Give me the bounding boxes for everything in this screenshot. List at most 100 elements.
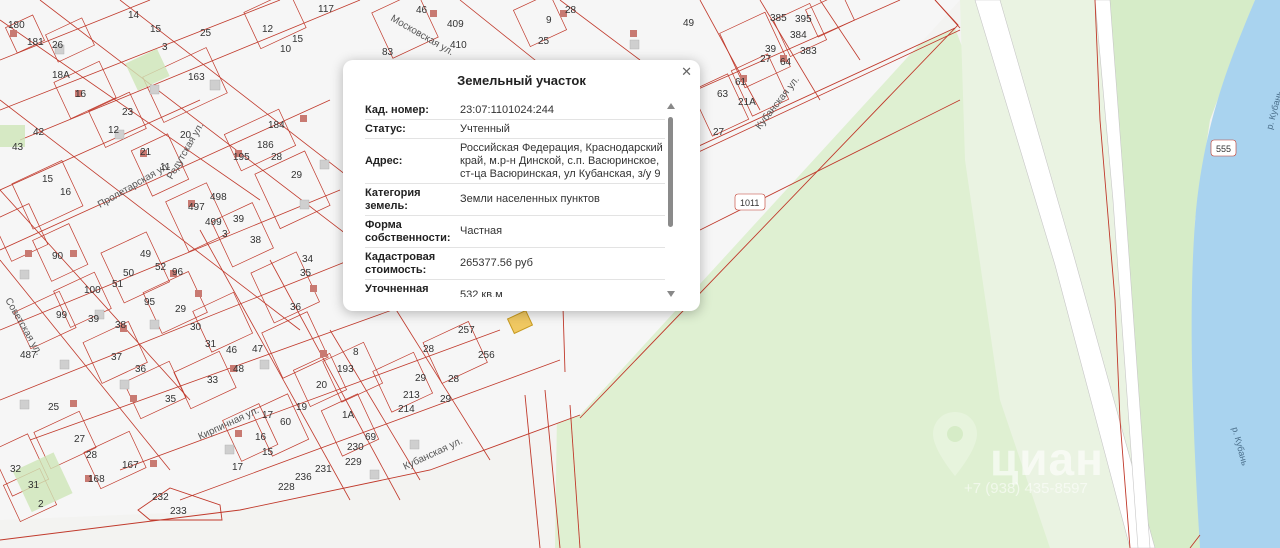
detail-value: Учтенный (460, 123, 510, 135)
plot-number-label: 383 (800, 46, 817, 57)
plot-number-label: 38 (250, 235, 262, 246)
detail-key: Кадастровая стоимость: (365, 251, 436, 276)
detail-value: Российская Федерация, Краснодарский край… (460, 142, 663, 180)
plot-number-label: 29 (440, 394, 452, 405)
plot-number-label: 60 (280, 417, 292, 428)
plot-number-label: 498 (210, 192, 227, 203)
detail-key: Форма собственности: (365, 219, 451, 244)
badge-label: 555 (1216, 144, 1231, 154)
detail-row-area: Уточненная площадь: 532 кв.м (365, 280, 665, 297)
plot-number-label: 36 (290, 302, 302, 313)
plot-number-label: 257 (458, 325, 475, 336)
plot-number-label: 11 (160, 162, 171, 173)
plot-number-label: 497 (188, 202, 205, 213)
detail-row-land-category: Категория земель: Земли населенных пункт… (365, 184, 665, 216)
plot-number-label: 395 (795, 14, 812, 25)
scroll-up-icon[interactable] (667, 103, 675, 109)
plot-number-label: 30 (190, 322, 202, 333)
plot-number-label: 49 (140, 249, 152, 260)
plot-number-label: 95 (144, 297, 156, 308)
plot-number-label: 21 (140, 147, 152, 158)
plot-number-label: 487 (20, 350, 37, 361)
plot-number-label: 28 (271, 152, 283, 163)
detail-row-address: Адрес: Российская Федерация, Краснодарск… (365, 139, 665, 184)
plot-number-label: 229 (345, 457, 362, 468)
detail-value: 265377.56 руб (460, 257, 533, 269)
plot-number-label: 46 (416, 5, 428, 16)
parcel-badge[interactable]: 555 (1210, 139, 1237, 157)
plot-number-label: 12 (262, 24, 274, 35)
plot-number-label: 28 (86, 450, 98, 461)
detail-row-status: Статус: Учтенный (365, 120, 665, 139)
detail-value: 23:07:1101024:244 (460, 104, 554, 116)
plot-number-label: 21A (738, 97, 756, 108)
popup-title: Земельный участок (457, 73, 586, 88)
plot-number-label: 15 (42, 174, 54, 185)
plot-number-label: 3 (162, 42, 168, 53)
plot-number-label: 31 (28, 480, 40, 491)
detail-key: Статус: (365, 123, 406, 135)
scroll-thumb[interactable] (668, 117, 673, 227)
popup-scrollbar[interactable] (666, 101, 676, 297)
plot-number-label: 39 (233, 214, 245, 225)
plot-number-label: 15 (292, 34, 304, 45)
plot-number-label: 27 (74, 434, 86, 445)
plot-number-label: 231 (315, 464, 332, 475)
plot-number-label: 1A (342, 410, 355, 421)
plot-number-label: 168 (88, 474, 105, 485)
plot-number-label: 236 (295, 472, 312, 483)
plot-number-label: 228 (278, 482, 295, 493)
plot-number-label: 32 (10, 464, 22, 475)
plot-number-label: 49 (683, 18, 695, 29)
plot-number-label: 230 (347, 442, 364, 453)
plot-number-label: 39 (88, 314, 100, 325)
plot-number-label: 181 (27, 37, 44, 48)
plot-number-label: 50 (123, 268, 135, 279)
plot-number-label: 214 (398, 404, 415, 415)
plot-number-label: 28 (565, 5, 577, 16)
plot-number-label: 193 (337, 364, 354, 375)
parcel-badge[interactable]: 1011 (734, 193, 766, 211)
plot-number-label: 99 (56, 310, 68, 321)
plot-number-label: 2 (38, 499, 44, 510)
close-icon[interactable]: ✕ (681, 64, 692, 80)
plot-number-label: 29 (291, 170, 303, 181)
plot-number-label: 184 (268, 120, 285, 131)
plot-number-label: 28 (423, 344, 435, 355)
plot-number-label: 9 (546, 15, 552, 26)
plot-number-label: 163 (188, 72, 205, 83)
land-plot-popup: Земельный участок ✕ Кад. номер: 23:07:11… (343, 60, 700, 311)
plot-number-label: 51 (112, 279, 124, 290)
plot-number-label: 18A (52, 70, 70, 81)
plot-number-label: 12 (108, 125, 120, 136)
plot-number-label: 16 (60, 187, 72, 198)
plot-number-label: 117 (318, 4, 334, 15)
detail-value: Частная (460, 225, 503, 237)
plot-number-label: 256 (478, 350, 495, 361)
plot-number-label: 25 (538, 36, 550, 47)
plot-number-label: 15 (150, 24, 162, 35)
plot-number-label: 410 (450, 40, 467, 51)
plot-number-label: 46 (226, 345, 238, 356)
plot-number-label: 233 (170, 506, 187, 517)
plot-number-label: 15 (262, 447, 274, 458)
plot-number-label: 20 (180, 130, 192, 141)
plot-number-label: 27 (760, 54, 772, 65)
detail-key: Категория земель: (365, 187, 421, 212)
plot-number-label: 29 (175, 304, 187, 315)
detail-row-ownership: Форма собственности: Частная (365, 216, 665, 248)
location-pin-icon (933, 412, 977, 476)
plot-number-label: 20 (316, 380, 328, 391)
plot-number-label: 3 (222, 229, 228, 240)
detail-value: Земли населенных пунктов (460, 193, 600, 205)
plot-number-label: 31 (205, 339, 217, 350)
plot-number-label: 48 (233, 364, 245, 375)
plot-number-label: 180 (8, 20, 25, 31)
plot-number-label: 28 (448, 374, 460, 385)
plot-number-label: 17 (262, 410, 274, 421)
detail-key: Кад. номер: (365, 104, 429, 116)
popup-details[interactable]: Кад. номер: 23:07:1101024:244 Статус: Уч… (365, 101, 665, 297)
scroll-down-icon[interactable] (667, 291, 675, 297)
plot-number-label: 100 (84, 285, 101, 296)
plot-number-label: 384 (790, 30, 807, 41)
